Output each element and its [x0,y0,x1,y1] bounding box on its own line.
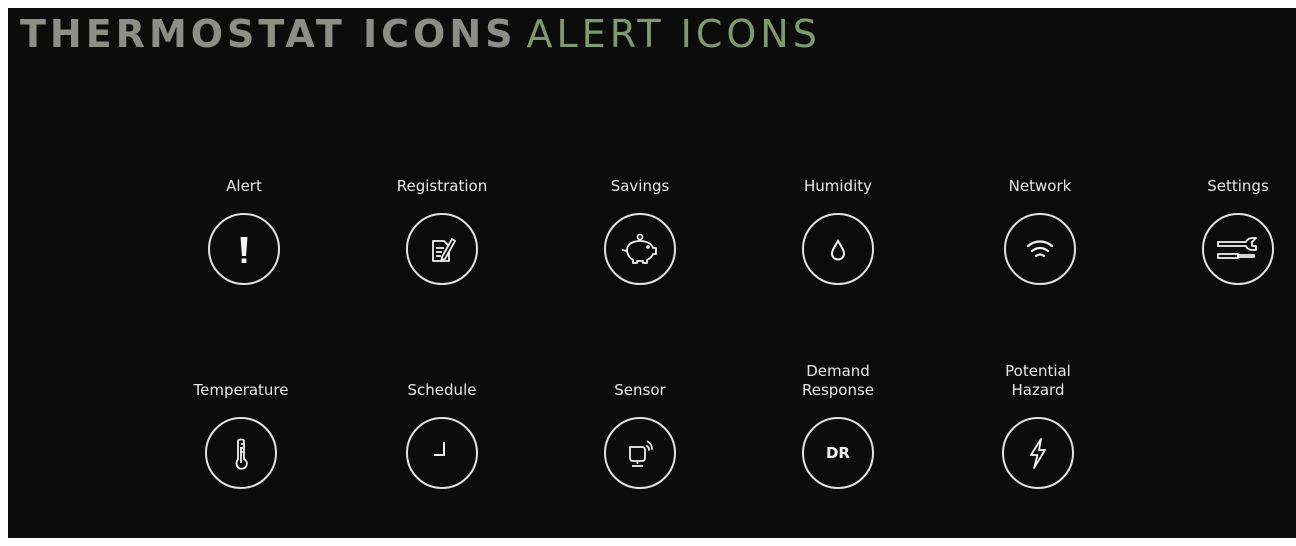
icon-label: Registration [396,177,488,195]
schedule-circle [406,417,478,489]
icon-tile-settings: Settings [1158,156,1296,285]
icon-label: Temperature [193,381,289,399]
title-alert-icons: ALERT ICONS [526,12,821,56]
icon-sheet: THERMOSTAT ICONS ALERT ICONS Alert Regist… [8,8,1296,538]
icon-label: Humidity [803,177,872,195]
icon-label-line2: Hazard [1011,381,1065,399]
icon-label-line2: Response [801,381,875,399]
dr-icon: DR [825,444,850,462]
icon-tile-alert: Alert [164,156,324,285]
icon-label: Alert [226,177,262,195]
icon-tile-registration: Registration [362,156,522,285]
savings-circle [604,213,676,285]
exclamation-icon [240,237,248,263]
icon-tile-network: Network [960,156,1120,285]
piggy-bank-icon [621,233,657,264]
temperature-circle [205,417,277,489]
wrench-screwdriver-icon [1217,237,1257,259]
sensor-circle [604,417,676,489]
title-thermostat-icons: THERMOSTAT ICONS [20,12,517,56]
humidity-circle [802,213,874,285]
lightning-bolt-icon [1030,438,1046,469]
page-title: THERMOSTAT ICONS ALERT ICONS [20,10,821,58]
document-pen-icon [432,238,456,262]
icon-label-line1: Potential [1005,362,1071,380]
icon-tile-temperature: Temperature [161,360,321,489]
sensor-icon [629,440,653,467]
settings-circle [1202,213,1274,285]
icon-tile-savings: Savings [560,156,720,285]
icon-tile-sensor: Sensor [560,360,720,489]
icon-tile-schedule: Schedule [362,360,522,489]
icon-tile-demand-response: Demand Response DR [758,360,918,489]
alert-circle [208,213,280,285]
network-circle [1004,213,1076,285]
icon-tile-humidity: Humidity [758,156,918,285]
demand-response-circle: DR [802,417,874,489]
icon-label: Demand Response [758,360,918,400]
icon-label: Potential Hazard [958,360,1118,400]
clock-hands-icon [434,442,445,456]
thermometer-icon [235,438,248,470]
icon-label: Network [1008,177,1072,195]
icon-label: Settings [1207,177,1269,195]
icon-tile-potential-hazard: Potential Hazard [958,360,1118,489]
icon-label: Sensor [614,381,666,399]
registration-circle [406,213,478,285]
potential-hazard-circle [1002,417,1074,489]
water-drop-icon [830,239,846,261]
wifi-icon [1026,240,1054,258]
icon-label: Schedule [407,381,477,399]
icon-label: Savings [610,177,670,195]
icon-label-line1: Demand [806,362,870,380]
